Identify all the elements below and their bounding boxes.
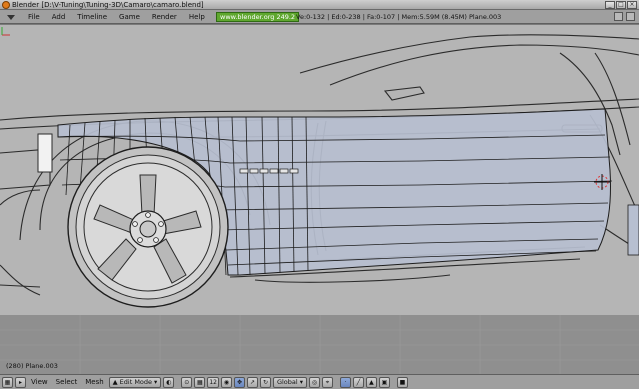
mode-select[interactable]: ▲ Edit Mode ▾ [108, 377, 162, 388]
translate-icon[interactable]: ↗ [246, 377, 258, 388]
3d-view-header: ▦ ▸ View Select Mesh ▲ Edit Mode ▾ ◐ ⊙ ▦… [0, 374, 639, 389]
window-title: Blender [D:\V-Tuning\Tuning-3D\Camaro\ca… [12, 1, 204, 9]
3d-viewport[interactable]: (280) Plane.003 [0, 25, 639, 374]
occlude-geometry-icon[interactable]: ▣ [378, 377, 390, 388]
draw-type-icon[interactable]: ◐ [163, 377, 175, 388]
viewport-canvas [0, 34, 639, 374]
snap-icon[interactable]: ⌖ [321, 377, 333, 388]
minimize-button[interactable]: _ [605, 1, 615, 9]
layer-number[interactable]: 12 [207, 377, 219, 388]
window-type-icon[interactable] [6, 13, 16, 21]
editor-type-icon[interactable]: ▦ [2, 377, 13, 388]
maximize-button[interactable]: □ [616, 1, 626, 9]
axis-widget-icon [1, 27, 10, 36]
chevron-down-icon: ▾ [299, 378, 303, 386]
menu-view[interactable]: View [28, 377, 51, 388]
blender-url-badge[interactable]: www.blender.org 249.2 [216, 12, 300, 22]
menu-help[interactable]: Help [183, 12, 211, 23]
main-menu: File Add Timeline Game Render Help [22, 12, 211, 23]
scene-stats: Ve:0-132 | Ed:0-238 | Fa:0-107 | Mem:5.5… [296, 13, 502, 21]
collapse-header-icon[interactable]: ▸ [15, 377, 26, 388]
viewport-object-info: (280) Plane.003 [6, 362, 58, 370]
menu-select[interactable]: Select [53, 377, 81, 388]
menu-render[interactable]: Render [146, 12, 183, 23]
mesh-edge-strip [627, 204, 639, 256]
blender-logo-icon [2, 1, 10, 9]
mode-select-label: Edit Mode [119, 378, 153, 386]
layer-grid-icon[interactable]: ▦ [194, 377, 206, 388]
window-controls: _ □ × [605, 1, 637, 9]
menu-timeline[interactable]: Timeline [71, 12, 113, 23]
vertex-select-icon[interactable]: · [339, 377, 351, 388]
chevron-down-icon: ▾ [154, 378, 158, 386]
face-select-icon[interactable]: ▲ [365, 377, 377, 388]
pivot-icon[interactable]: ◉ [220, 377, 232, 388]
menu-mesh[interactable]: Mesh [82, 377, 106, 388]
screen-browse-icon[interactable] [614, 12, 623, 21]
layer-lock-icon[interactable]: ⊙ [181, 377, 193, 388]
orientation-select[interactable]: Global ▾ [272, 377, 307, 388]
ground-plane [0, 315, 639, 374]
orientation-label: Global [276, 378, 298, 386]
manipulator-icon[interactable]: ✥ [233, 377, 245, 388]
menu-file[interactable]: File [22, 12, 46, 23]
scene-browse-icon[interactable] [626, 12, 635, 21]
info-header: File Add Timeline Game Render Help www.b… [0, 10, 639, 24]
menu-add[interactable]: Add [46, 12, 72, 23]
edit-mode-icon: ▲ [112, 378, 118, 386]
edge-select-icon[interactable]: ╱ [352, 377, 364, 388]
front-light [37, 133, 53, 173]
window-titlebar: Blender [D:\V-Tuning\Tuning-3D\Camaro\ca… [0, 0, 639, 10]
proportional-edit-icon[interactable]: ◎ [308, 377, 320, 388]
menu-game[interactable]: Game [113, 12, 146, 23]
header-right-icons [614, 12, 635, 21]
front-wheel [67, 146, 229, 308]
close-button[interactable]: × [627, 1, 637, 9]
rotate-icon[interactable]: ↻ [259, 377, 271, 388]
toolbar-row: ▦ ▸ View Select Mesh ▲ Edit Mode ▾ ◐ ⊙ ▦… [2, 377, 408, 388]
render-icon[interactable]: ■ [396, 377, 408, 388]
